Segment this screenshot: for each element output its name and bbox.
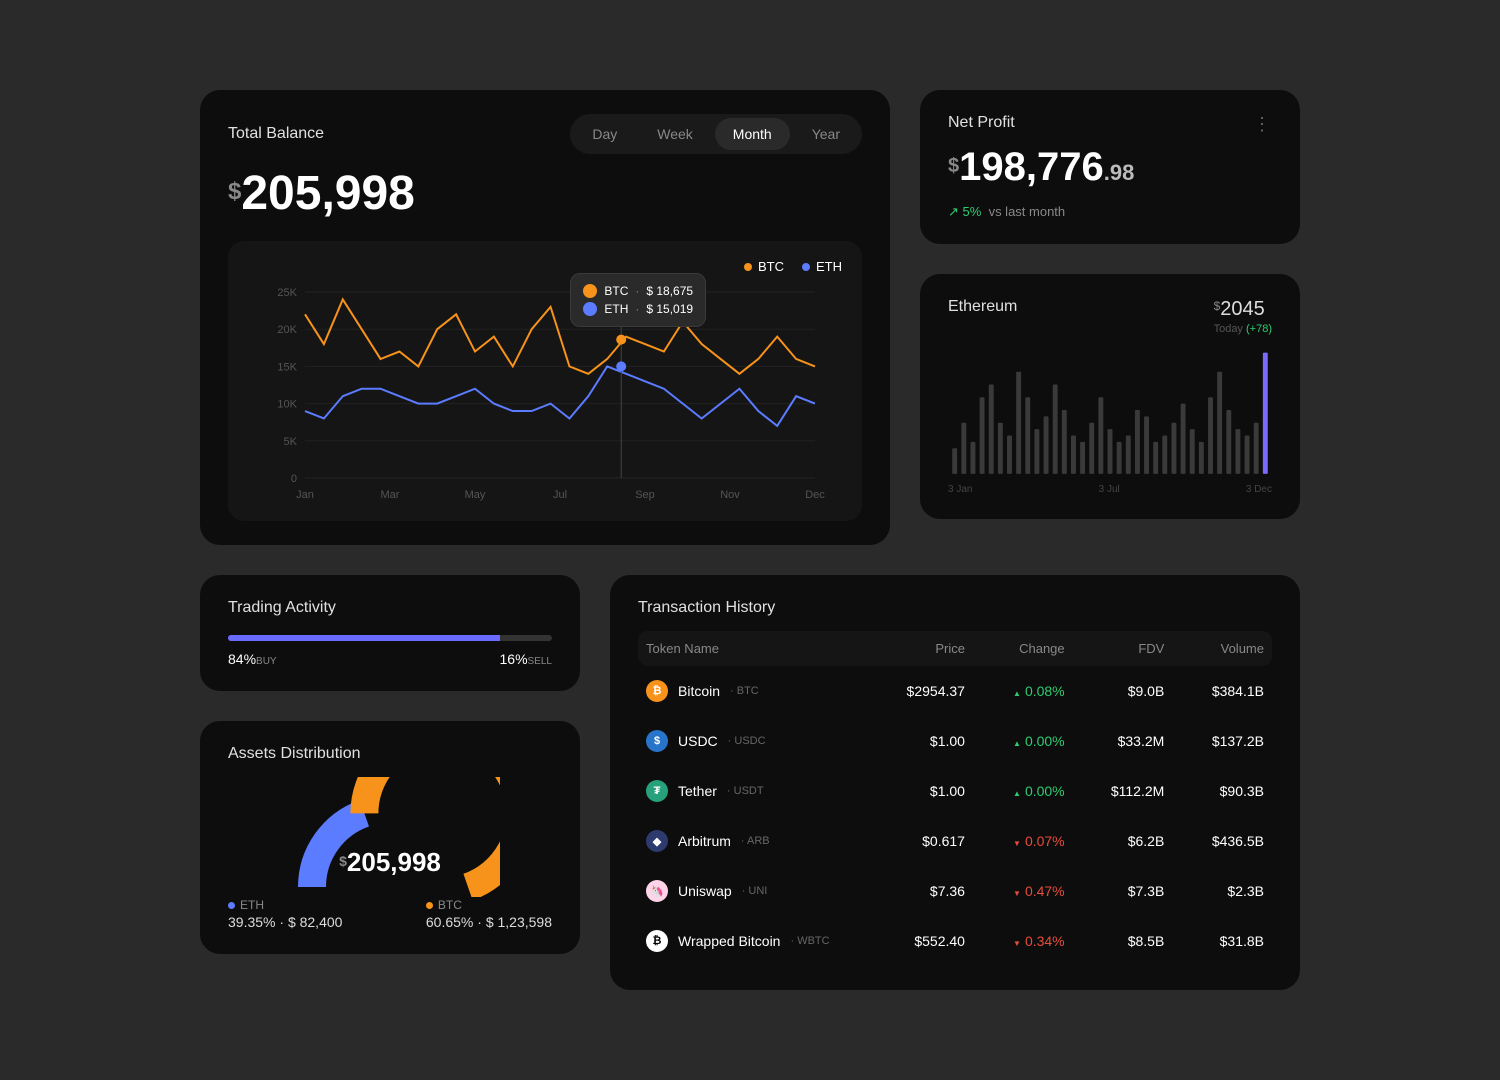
svg-text:Nov: Nov (720, 489, 740, 501)
period-tab-year[interactable]: Year (794, 118, 858, 150)
net-profit-card: Net Profit ⋮ $198,776.98 ↗ 5% vs last mo… (920, 90, 1300, 244)
trading-sell: 16%SELL (500, 651, 553, 667)
token-icon: ₮ (646, 780, 668, 802)
table-row[interactable]: $USDC · USDC$1.000.00%$33.2M$137.2B (638, 716, 1272, 766)
svg-text:25K: 25K (277, 287, 297, 299)
svg-text:20K: 20K (277, 324, 297, 336)
assets-btc-legend: BTC 60.65% · $ 1,23,598 (426, 898, 552, 930)
svg-text:10K: 10K (277, 399, 297, 411)
token-icon: ₿ (646, 680, 668, 702)
trading-buy: 84%BUY (228, 651, 277, 667)
netprofit-amount: $198,776.98 (948, 145, 1272, 190)
trading-bar (228, 635, 552, 641)
token-icon: $ (646, 730, 668, 752)
balance-chart: BTC ETH 25K 20K 15K 10K 5K 0 Jan Mar May Jul Sep No… (228, 241, 862, 521)
ethereum-card: Ethereum $2045 Today (+78) 3 Jan3 Jul3 D… (920, 274, 1300, 519)
legend-eth: ETH (802, 259, 842, 274)
ethereum-title: Ethereum (948, 298, 1017, 316)
svg-text:0: 0 (291, 473, 297, 485)
svg-text:Sep: Sep (635, 489, 655, 501)
balance-amount: $205,998 (228, 166, 862, 221)
balance-title: Total Balance (228, 125, 324, 143)
period-tab-week[interactable]: Week (639, 118, 711, 150)
svg-text:15K: 15K (277, 361, 297, 373)
trading-title: Trading Activity (228, 599, 552, 617)
netprofit-change: ↗ 5% vs last month (948, 204, 1272, 220)
transaction-history-card: Transaction History Token NamePriceChang… (610, 575, 1300, 990)
table-row[interactable]: ₮Tether · USDT$1.000.00%$112.2M$90.3B (638, 766, 1272, 816)
tx-title: Transaction History (638, 599, 1272, 617)
assets-amount: $205,998 (339, 847, 441, 878)
period-tabs: DayWeekMonthYear (570, 114, 862, 154)
table-row[interactable]: ◆Arbitrum · ARB$0.6170.07%$6.2B$436.5B (638, 816, 1272, 866)
svg-text:Mar: Mar (381, 489, 400, 501)
table-row[interactable]: ₿Bitcoin · BTC$2954.370.08%$9.0B$384.1B (638, 666, 1272, 716)
netprofit-title: Net Profit (948, 114, 1015, 132)
chart-tooltip: BTC·$ 18,675 ETH·$ 15,019 (570, 273, 706, 327)
svg-text:Dec: Dec (805, 489, 825, 501)
legend-btc: BTC (744, 259, 784, 274)
tx-header: Token NamePriceChangeFDVVolume (638, 631, 1272, 666)
svg-text:5K: 5K (284, 436, 298, 448)
period-tab-day[interactable]: Day (574, 118, 635, 150)
table-row[interactable]: ₿Wrapped Bitcoin · WBTC$552.400.34%$8.5B… (638, 916, 1272, 966)
ethereum-price: $2045 (1214, 298, 1272, 321)
more-icon[interactable]: ⋮ (1253, 114, 1272, 135)
token-icon: 🦄 (646, 880, 668, 902)
total-balance-card: Total Balance DayWeekMonthYear $205,998 … (200, 90, 890, 545)
assets-title: Assets Distribution (228, 745, 552, 763)
assets-eth-legend: ETH 39.35% · $ 82,400 (228, 898, 342, 930)
svg-text:May: May (465, 489, 486, 501)
assets-distribution-card: Assets Distribution $205,998 ETH 39.35% … (200, 721, 580, 954)
token-icon: ◆ (646, 830, 668, 852)
period-tab-month[interactable]: Month (715, 118, 790, 150)
trading-activity-card: Trading Activity 84%BUY 16%SELL (200, 575, 580, 691)
svg-text:Jan: Jan (296, 489, 314, 501)
ethereum-today: Today (+78) (1214, 323, 1272, 335)
table-row[interactable]: 🦄Uniswap · UNI$7.360.47%$7.3B$2.3B (638, 866, 1272, 916)
svg-text:Jul: Jul (553, 489, 567, 501)
token-icon: ₿ (646, 930, 668, 952)
